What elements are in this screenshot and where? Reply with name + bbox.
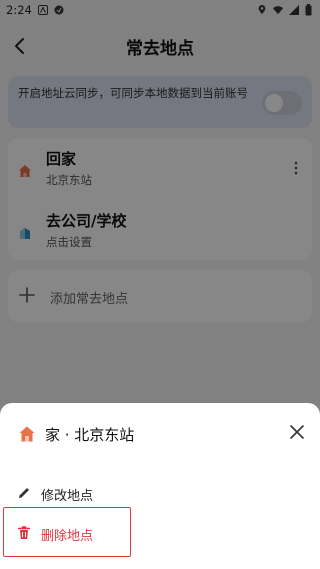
edit-place-label: 修改地点 [41, 489, 94, 504]
close-icon[interactable] [288, 423, 306, 441]
pencil-icon [19, 488, 29, 498]
home-icon [19, 426, 35, 442]
delete-highlight-box [3, 507, 131, 557]
sheet-title: 家 · 北京东站 [45, 426, 135, 444]
